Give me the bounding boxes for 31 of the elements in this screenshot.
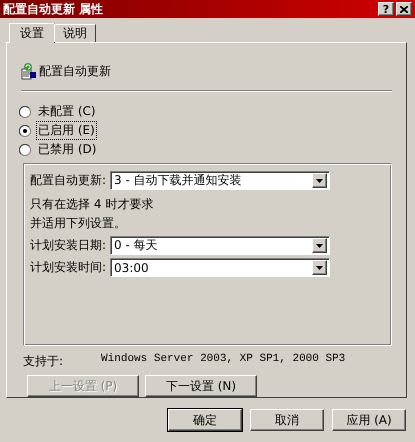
dropdown-field[interactable]: 3 - 自动下载并通知安装	[110, 171, 330, 190]
supported-label: 支持于:	[23, 353, 64, 370]
cancel-button[interactable]: 取消	[250, 409, 324, 431]
radio-button[interactable]	[19, 144, 31, 156]
dropdown-field[interactable]: 03:00	[110, 258, 330, 278]
radio-button[interactable]	[19, 124, 31, 137]
note-text: 并适用下列设置。	[30, 215, 126, 232]
window-title: 配置自动更新 属性	[3, 0, 104, 18]
dropdown-arrow-icon	[316, 178, 324, 183]
note-text: 只有在选择 4 时才要求	[30, 196, 154, 214]
radio-button[interactable]	[19, 106, 31, 118]
field-label: 配置自动更新:	[30, 172, 106, 190]
dropdown-arrow-icon	[316, 266, 324, 270]
tab[interactable]: 设置	[9, 23, 55, 43]
dropdown-field[interactable]: 0 - 每天	[110, 236, 330, 256]
help-button[interactable]: ?	[378, 2, 394, 16]
field-label: 计划安装时间:	[30, 259, 106, 276]
policy-icon	[21, 62, 37, 80]
radio-label: 已禁用 (D)	[37, 141, 98, 158]
ok-button[interactable]: 确定	[168, 409, 242, 431]
close-button[interactable]	[396, 2, 412, 16]
policy-title: 配置自动更新	[39, 63, 111, 80]
close-icon	[400, 6, 408, 12]
next-setting-button[interactable]: 下一设置 (N)	[145, 375, 257, 397]
tab[interactable]: 说明	[54, 24, 96, 42]
radio-label: 未配置 (C)	[37, 103, 97, 120]
field-label: 计划安装日期:	[30, 237, 106, 254]
radio-label: 已启用 (E)	[36, 121, 97, 140]
dropdown-arrow-icon	[316, 244, 324, 248]
supported-value: Windows Server 2003, XP SP1, 2000 SP3	[101, 353, 346, 367]
apply-button[interactable]: 应用 (A)	[332, 409, 406, 431]
